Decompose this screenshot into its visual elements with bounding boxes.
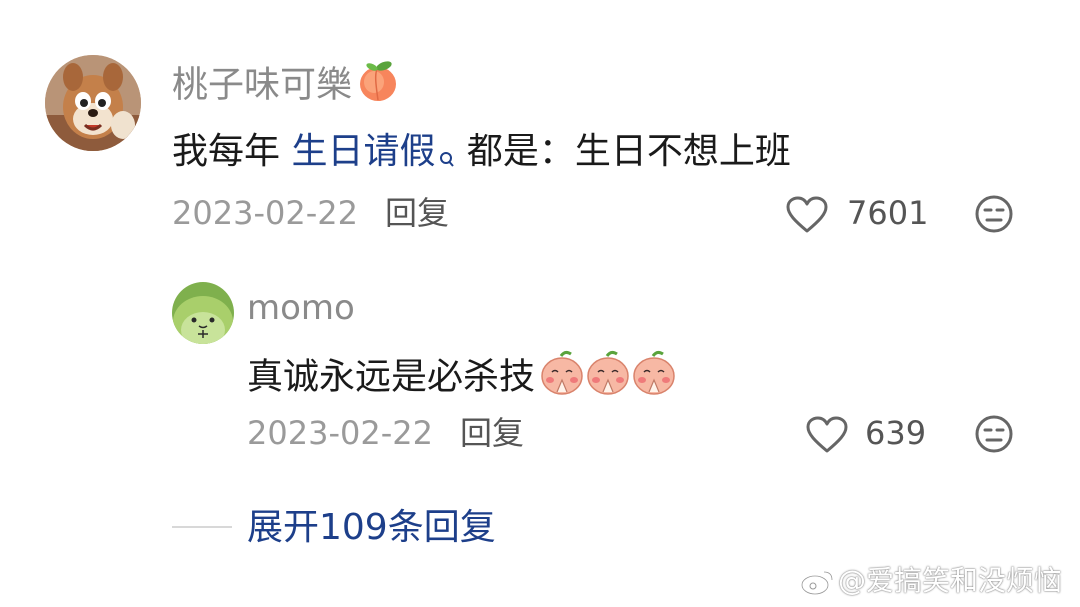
reply-dislike-button[interactable] <box>974 414 1014 454</box>
topic-link[interactable]: 生日请假 <box>291 131 455 172</box>
expand-divider <box>172 526 232 528</box>
meh-face-icon <box>975 415 1013 453</box>
reply-username[interactable]: momo <box>247 286 355 330</box>
heart-icon <box>785 195 829 239</box>
comment-username[interactable]: 桃子味可樂 <box>172 56 402 117</box>
reply-like-count: 639 <box>865 414 927 452</box>
weibo-watermark: @爱搞笑和没烦恼 <box>800 562 1072 600</box>
reply-reply-button[interactable]: 回复 <box>460 412 524 454</box>
comment-username-text: 桃子味可樂 <box>172 64 353 106</box>
chipmunk-avatar-image <box>45 55 141 151</box>
peach-emoji-icon <box>354 56 402 117</box>
topic-link-text: 生日请假 <box>291 131 436 172</box>
comment-text-after: 都是：生日不想上班 <box>455 131 791 172</box>
green-character-avatar-image <box>172 282 234 344</box>
meh-face-icon <box>975 195 1013 233</box>
expand-replies-button[interactable]: 展开109条回复 <box>247 505 496 551</box>
comment-text: 我每年 生日请假 都是：生日不想上班 <box>172 128 791 182</box>
reply-text: 真诚永远是必杀技 <box>247 348 679 409</box>
reply-text-content: 真诚永远是必杀技 <box>247 356 536 398</box>
search-icon <box>439 134 455 182</box>
comment-reply-button[interactable]: 回复 <box>385 192 449 234</box>
reply-date: 2023-02-22 <box>247 414 433 452</box>
watermark-text: @爱搞笑和没烦恼 <box>838 564 1063 597</box>
reply-like-button[interactable]: 639 <box>805 412 935 454</box>
comment-text-before: 我每年 <box>172 131 292 172</box>
comment-like-button[interactable]: 7601 <box>785 192 935 234</box>
praying-peach-emoji-icon <box>539 348 679 409</box>
comment-date: 2023-02-22 <box>172 194 358 232</box>
comment-dislike-button[interactable] <box>974 194 1014 234</box>
comment-avatar[interactable] <box>45 55 141 151</box>
comment-like-count: 7601 <box>847 194 929 232</box>
heart-icon <box>805 415 849 459</box>
weibo-logo-icon <box>800 566 836 600</box>
reply-avatar[interactable] <box>172 282 234 344</box>
